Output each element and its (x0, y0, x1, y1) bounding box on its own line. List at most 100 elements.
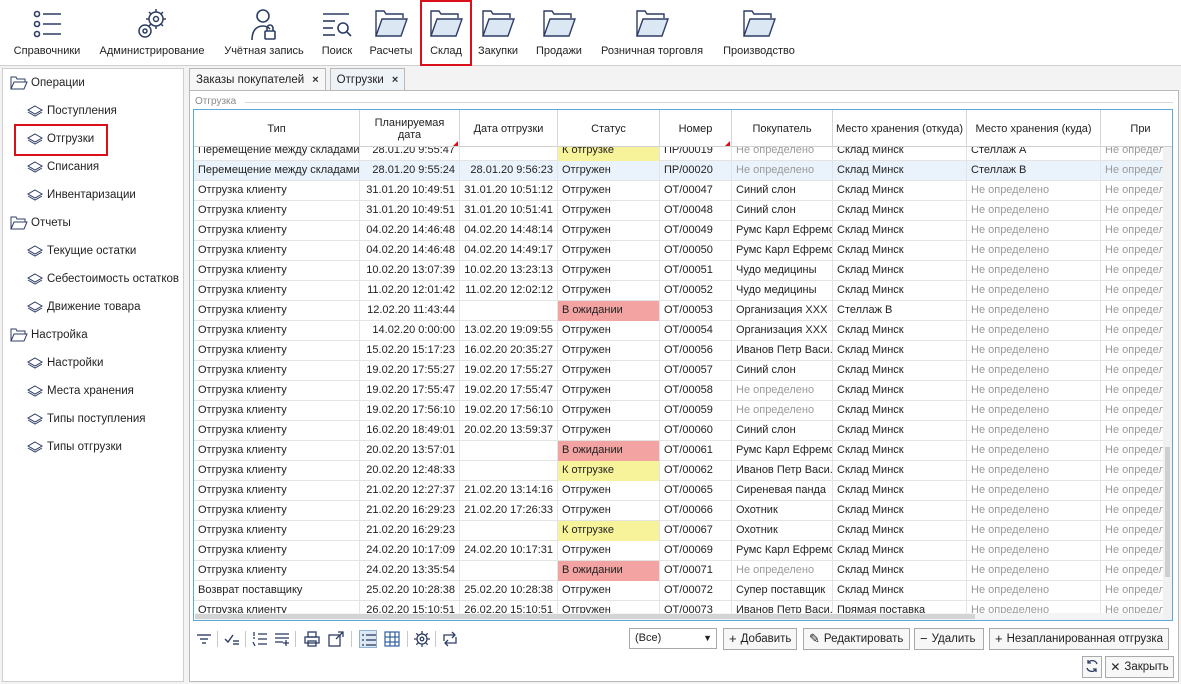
cell-storage-from[interactable]: Склад Минск (833, 421, 967, 441)
cell-type[interactable]: Отгрузка клиенту (194, 401, 360, 421)
cell-planned-date[interactable]: 24.02.20 13:35:54 (360, 561, 460, 581)
cell-storage-to[interactable]: Не определено (967, 261, 1101, 281)
cell-type[interactable]: Отгрузка клиенту (194, 521, 360, 541)
tree-group-operations[interactable]: Операции (10, 73, 85, 93)
table-row[interactable]: Отгрузка клиенту 04.02.20 14:46:48 04.02.2… (194, 221, 1172, 241)
cell-number[interactable]: ОТ/00071 (660, 561, 732, 581)
cell-type[interactable]: Отгрузка клиенту (194, 221, 360, 241)
cell-ship-date[interactable] (460, 521, 558, 541)
cell-status[interactable]: Отгружен (558, 541, 660, 561)
cell-storage-to[interactable]: Не определено (967, 241, 1101, 261)
refresh-swap-icon[interactable] (441, 630, 459, 648)
cell-planned-date[interactable]: 20.02.20 12:48:33 (360, 461, 460, 481)
refresh-button[interactable] (1082, 656, 1102, 678)
cell-buyer[interactable]: Сиреневая панда (732, 481, 833, 501)
cell-storage-from[interactable]: Склад Минск (833, 521, 967, 541)
tree-item-settings[interactable]: Настройки (26, 353, 103, 373)
cell-ship-date[interactable] (460, 561, 558, 581)
cell-buyer[interactable]: Иванов Петр Васи. (732, 461, 833, 481)
cell-number[interactable]: ОТ/00069 (660, 541, 732, 561)
cell-ship-date[interactable]: 21.02.20 13:14:16 (460, 481, 558, 501)
cell-status[interactable]: Отгружен (558, 381, 660, 401)
cell-ship-date[interactable]: 24.02.20 10:17:31 (460, 541, 558, 561)
cell-ship-date[interactable]: 31.01.20 10:51:12 (460, 181, 558, 201)
cell-ship-date[interactable]: 19.02.20 17:55:47 (460, 381, 558, 401)
cell-planned-date[interactable]: 19.02.20 17:56:10 (360, 401, 460, 421)
cell-storage-to[interactable]: Не определено (967, 321, 1101, 341)
tree-item-stock-cost[interactable]: Себестоимость остатков (26, 269, 179, 289)
cell-storage-to[interactable]: Не определено (967, 521, 1101, 541)
cell-storage-to[interactable]: Не определено (967, 501, 1101, 521)
cell-storage-from[interactable]: Склад Минск (833, 361, 967, 381)
tree-group-settings[interactable]: Настройка (10, 325, 88, 345)
cell-storage-to[interactable]: Не определено (967, 201, 1101, 221)
cell-number[interactable]: ОТ/00067 (660, 521, 732, 541)
cell-ship-date[interactable]: 13.02.20 19:09:55 (460, 321, 558, 341)
cell-type[interactable]: Отгрузка клиенту (194, 281, 360, 301)
cell-status[interactable]: Отгружен (558, 261, 660, 281)
table-row[interactable]: Отгрузка клиенту 12.02.20 11:43:44 В ожида… (194, 301, 1172, 321)
cell-planned-date[interactable]: 15.02.20 15:17:23 (360, 341, 460, 361)
delete-button[interactable]: − Удалить (914, 628, 984, 650)
cell-storage-to[interactable]: Не определено (967, 181, 1101, 201)
cell-buyer[interactable]: Не определено (732, 381, 833, 401)
table-row[interactable]: Отгрузка клиенту 16.02.20 18:49:01 20.02.2… (194, 421, 1172, 441)
cell-type[interactable]: Отгрузка клиенту (194, 341, 360, 361)
cell-ship-date[interactable]: 28.01.20 9:56:23 (460, 161, 558, 181)
cell-planned-date[interactable]: 11.02.20 12:01:42 (360, 281, 460, 301)
cell-buyer[interactable]: Синий слон (732, 361, 833, 381)
cell-storage-from[interactable]: Склад Минск (833, 181, 967, 201)
numbered-list-icon[interactable] (251, 630, 269, 648)
cell-ship-date[interactable] (460, 461, 558, 481)
table-row[interactable]: Отгрузка клиенту 15.02.20 15:17:23 16.02.2… (194, 341, 1172, 361)
cell-planned-date[interactable]: 25.02.20 10:28:38 (360, 581, 460, 601)
cell-status[interactable]: Отгружен (558, 501, 660, 521)
table-row[interactable]: Отгрузка клиенту 04.02.20 14:46:48 04.02.2… (194, 241, 1172, 261)
column-header-storage-to[interactable]: Место хранения (куда) (967, 110, 1101, 147)
toolbar-production-button[interactable]: Производство (718, 0, 800, 66)
table-row[interactable]: Перемещение между складами 28.01.20 9:55:… (194, 161, 1172, 181)
cell-storage-to[interactable]: Не определено (967, 381, 1101, 401)
table-row[interactable]: Отгрузка клиенту 14.02.20 0:00:00 13.02.20… (194, 321, 1172, 341)
cell-buyer[interactable]: Румс Карл Ефремо (732, 241, 833, 261)
cell-buyer[interactable]: Не определено (732, 161, 833, 181)
cell-storage-from[interactable]: Склад Минск (833, 501, 967, 521)
table-row[interactable]: Отгрузка клиенту 19.02.20 17:56:10 19.02.2… (194, 401, 1172, 421)
cell-storage-from[interactable]: Склад Минск (833, 581, 967, 601)
cell-planned-date[interactable]: 10.02.20 13:07:39 (360, 261, 460, 281)
tree-item-goods-movement[interactable]: Движение товара (26, 297, 140, 317)
tree-item-writeoffs[interactable]: Списания (26, 157, 99, 177)
cell-number[interactable]: ОТ/00050 (660, 241, 732, 261)
tree-item-current-stock[interactable]: Текущие остатки (26, 241, 136, 261)
tree-item-shipment-types[interactable]: Типы отгрузки (26, 437, 122, 457)
table-row[interactable]: Отгрузка клиенту 24.02.20 13:35:54 В ожида… (194, 561, 1172, 581)
unplanned-shipment-button[interactable]: + Незапланированная отгрузка (989, 628, 1169, 650)
gear-icon[interactable] (413, 630, 431, 648)
cell-storage-from[interactable]: Склад Минск (833, 541, 967, 561)
cell-planned-date[interactable]: 28.01.20 9:55:24 (360, 161, 460, 181)
add-row-list-icon[interactable] (273, 630, 291, 648)
cell-number[interactable]: ОТ/00066 (660, 501, 732, 521)
print-icon[interactable] (303, 630, 321, 648)
cell-number[interactable]: ОТ/00072 (660, 581, 732, 601)
cell-planned-date[interactable]: 31.01.20 10:49:51 (360, 181, 460, 201)
cell-type[interactable]: Отгрузка клиенту (194, 541, 360, 561)
column-header-number[interactable]: Номер (660, 110, 732, 147)
cell-status[interactable]: Отгружен (558, 421, 660, 441)
scrollbar-thumb[interactable] (195, 614, 975, 619)
cell-status[interactable]: К отгрузке (558, 461, 660, 481)
cell-buyer[interactable]: Синий слон (732, 421, 833, 441)
cell-ship-date[interactable] (460, 301, 558, 321)
cell-storage-from[interactable]: Склад Минск (833, 401, 967, 421)
cell-storage-to[interactable]: Не определено (967, 221, 1101, 241)
cell-buyer[interactable]: Не определено (732, 401, 833, 421)
cell-status[interactable]: В ожидании (558, 301, 660, 321)
cell-type[interactable]: Отгрузка клиенту (194, 361, 360, 381)
cell-ship-date[interactable]: 25.02.20 10:28:38 (460, 581, 558, 601)
cell-buyer[interactable]: Румс Карл Ефремо (732, 541, 833, 561)
cell-type[interactable]: Отгрузка клиенту (194, 301, 360, 321)
add-button[interactable]: + Добавить (723, 628, 797, 650)
column-header-planned-date[interactable]: Планируемая дата (360, 110, 460, 147)
cell-storage-to[interactable]: Не определено (967, 561, 1101, 581)
cell-storage-from[interactable]: Склад Минск (833, 481, 967, 501)
